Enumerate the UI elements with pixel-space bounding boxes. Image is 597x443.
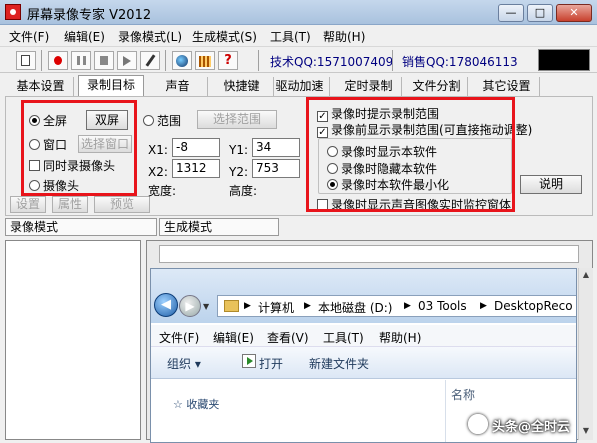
explorer-menu-file[interactable]: 文件(F) xyxy=(159,329,199,346)
watermark-logo-icon xyxy=(468,414,488,434)
settings-tabs: 基本设置 录制目标 声音 快捷键 驱动加速 定时录制 文件分割 其它设置 xyxy=(0,75,597,97)
menu-edit[interactable]: 编辑(E) xyxy=(64,28,105,45)
explorer-menu-bar: 文件(F) 编辑(E) 查看(V) 工具(T) 帮助(H) xyxy=(151,325,576,347)
explorer-menu-tools[interactable]: 工具(T) xyxy=(323,329,364,346)
x1-label: X1: xyxy=(148,143,168,157)
toolbar-separator xyxy=(258,50,259,71)
menu-record-mode[interactable]: 录像模式(L) xyxy=(118,28,182,45)
maximize-button[interactable]: □ xyxy=(527,4,553,22)
help-icon[interactable]: ? xyxy=(218,51,238,70)
menu-bar: 文件(F) 编辑(E) 录像模式(L) 生成模式(S) 工具(T) 帮助(H) xyxy=(0,26,597,46)
back-arrow-icon[interactable]: ◀ xyxy=(154,293,178,317)
history-dropdown-icon[interactable]: ▼ xyxy=(203,302,209,311)
organize-button[interactable]: 组织 ▾ xyxy=(167,355,201,372)
mode-tabs: 录像模式 生成模式 xyxy=(5,218,593,236)
toolbar-separator xyxy=(392,50,393,71)
height-label: 高度: xyxy=(229,184,258,198)
path-separator-icon: ▶ xyxy=(404,301,411,311)
path-separator-icon: ▶ xyxy=(244,301,251,311)
toolbar: ? 技术QQ:1571007409 销售QQ:178046113 xyxy=(0,46,597,73)
properties-button[interactable]: 属性 xyxy=(52,196,88,213)
play-icon[interactable] xyxy=(117,51,137,70)
y1-label: Y1: xyxy=(229,143,249,157)
tab-other-settings[interactable]: 其它设置 xyxy=(474,77,540,96)
settings-button[interactable]: 设置 xyxy=(10,196,46,213)
film-icon[interactable] xyxy=(195,51,215,70)
new-file-icon[interactable] xyxy=(16,51,36,70)
tab-hotkeys[interactable]: 快捷键 xyxy=(210,77,274,96)
explorer-menu-help[interactable]: 帮助(H) xyxy=(379,329,421,346)
y1-field[interactable]: 34 xyxy=(252,138,300,157)
record-list-pane[interactable] xyxy=(5,240,141,440)
tab-file-split[interactable]: 文件分割 xyxy=(406,77,468,96)
x2-label: X2: xyxy=(148,165,168,179)
explorer-nav-bar: ◀ ▶ ▼ ▶ 计算机 ▶ 本地磁盘 (D:) ▶ 03 Tools ▶ Des… xyxy=(151,269,576,323)
path-separator-icon: ▶ xyxy=(480,301,487,311)
watermark: 头条@全时云 xyxy=(468,412,593,438)
tab-driver-accel[interactable]: 驱动加速 xyxy=(270,77,330,96)
x2-field[interactable]: 1312 xyxy=(172,159,220,178)
highlight-box-target xyxy=(21,100,137,196)
app-icon xyxy=(5,4,21,20)
explorer-menu-edit[interactable]: 编辑(E) xyxy=(213,329,254,346)
breadcrumb-desktop-reco[interactable]: DesktopReco xyxy=(494,299,573,313)
preview-box xyxy=(538,49,590,71)
tab-record-target[interactable]: 录制目标 xyxy=(78,75,144,97)
explorer-command-bar: 组织 ▾ 打开 新建文件夹 xyxy=(151,347,576,379)
tab-scheduled-record[interactable]: 定时录制 xyxy=(336,77,402,96)
scroll-up-icon[interactable]: ▲ xyxy=(581,270,591,279)
tab-record-mode[interactable]: 录像模式 xyxy=(5,218,157,236)
folder-icon xyxy=(224,300,239,312)
tech-qq-text: 技术QQ:1571007409 xyxy=(270,55,394,69)
address-bar[interactable]: ▶ 计算机 ▶ 本地磁盘 (D:) ▶ 03 Tools ▶ DesktopRe… xyxy=(217,295,576,317)
toolbar-separator xyxy=(165,50,166,71)
new-folder-button[interactable]: 新建文件夹 xyxy=(309,355,369,372)
width-label: 宽度: xyxy=(148,184,177,198)
globe-icon[interactable] xyxy=(172,51,192,70)
forward-arrow-icon[interactable]: ▶ xyxy=(179,295,201,317)
region-radio[interactable]: 范围 xyxy=(143,112,181,129)
title-bar: 屏幕录像专家 V2012 — □ ✕ xyxy=(0,0,597,25)
close-button[interactable]: ✕ xyxy=(556,4,592,22)
open-file-icon xyxy=(242,354,256,368)
tab-sound[interactable]: 声音 xyxy=(148,77,208,96)
minimize-button[interactable]: — xyxy=(498,4,524,22)
x1-field[interactable]: -8 xyxy=(172,138,220,157)
stop-icon[interactable] xyxy=(94,51,114,70)
toolbar-separator xyxy=(41,50,42,71)
explorer-menu-view[interactable]: 查看(V) xyxy=(267,329,309,346)
select-region-button[interactable]: 选择范围 xyxy=(197,110,277,129)
menu-file[interactable]: 文件(F) xyxy=(9,28,49,45)
highlight-box-options xyxy=(306,97,515,212)
breadcrumb-computer[interactable]: 计算机 xyxy=(258,299,294,316)
wand-icon[interactable] xyxy=(140,51,160,70)
preview-strip xyxy=(159,245,579,263)
column-header-name[interactable]: 名称 xyxy=(451,386,475,403)
watermark-text: 头条@全时云 xyxy=(492,420,571,435)
column-divider xyxy=(445,380,446,442)
tab-generate-mode[interactable]: 生成模式 xyxy=(159,218,279,236)
radio-dot-icon xyxy=(143,115,154,126)
open-button[interactable]: 打开 xyxy=(259,355,283,372)
y2-field[interactable]: 753 xyxy=(252,159,300,178)
favorites-item[interactable]: ☆ 收藏夹 xyxy=(173,396,219,412)
preview-button[interactable]: 预览 xyxy=(94,196,150,213)
y2-label: Y2: xyxy=(229,165,249,179)
sales-qq-text: 销售QQ:178046113 xyxy=(402,55,518,69)
pause-icon[interactable] xyxy=(71,51,91,70)
window-title: 屏幕录像专家 V2012 xyxy=(27,8,152,23)
menu-help[interactable]: 帮助(H) xyxy=(323,28,365,45)
record-icon[interactable] xyxy=(48,51,68,70)
breadcrumb-local-disk[interactable]: 本地磁盘 (D:) xyxy=(318,299,392,316)
breadcrumb-tools[interactable]: 03 Tools xyxy=(418,299,467,313)
tab-basic-settings[interactable]: 基本设置 xyxy=(8,77,74,96)
path-separator-icon: ▶ xyxy=(304,301,311,311)
menu-generate-mode[interactable]: 生成模式(S) xyxy=(192,28,257,45)
menu-tools[interactable]: 工具(T) xyxy=(270,28,311,45)
explain-button[interactable]: 说明 xyxy=(520,175,582,194)
